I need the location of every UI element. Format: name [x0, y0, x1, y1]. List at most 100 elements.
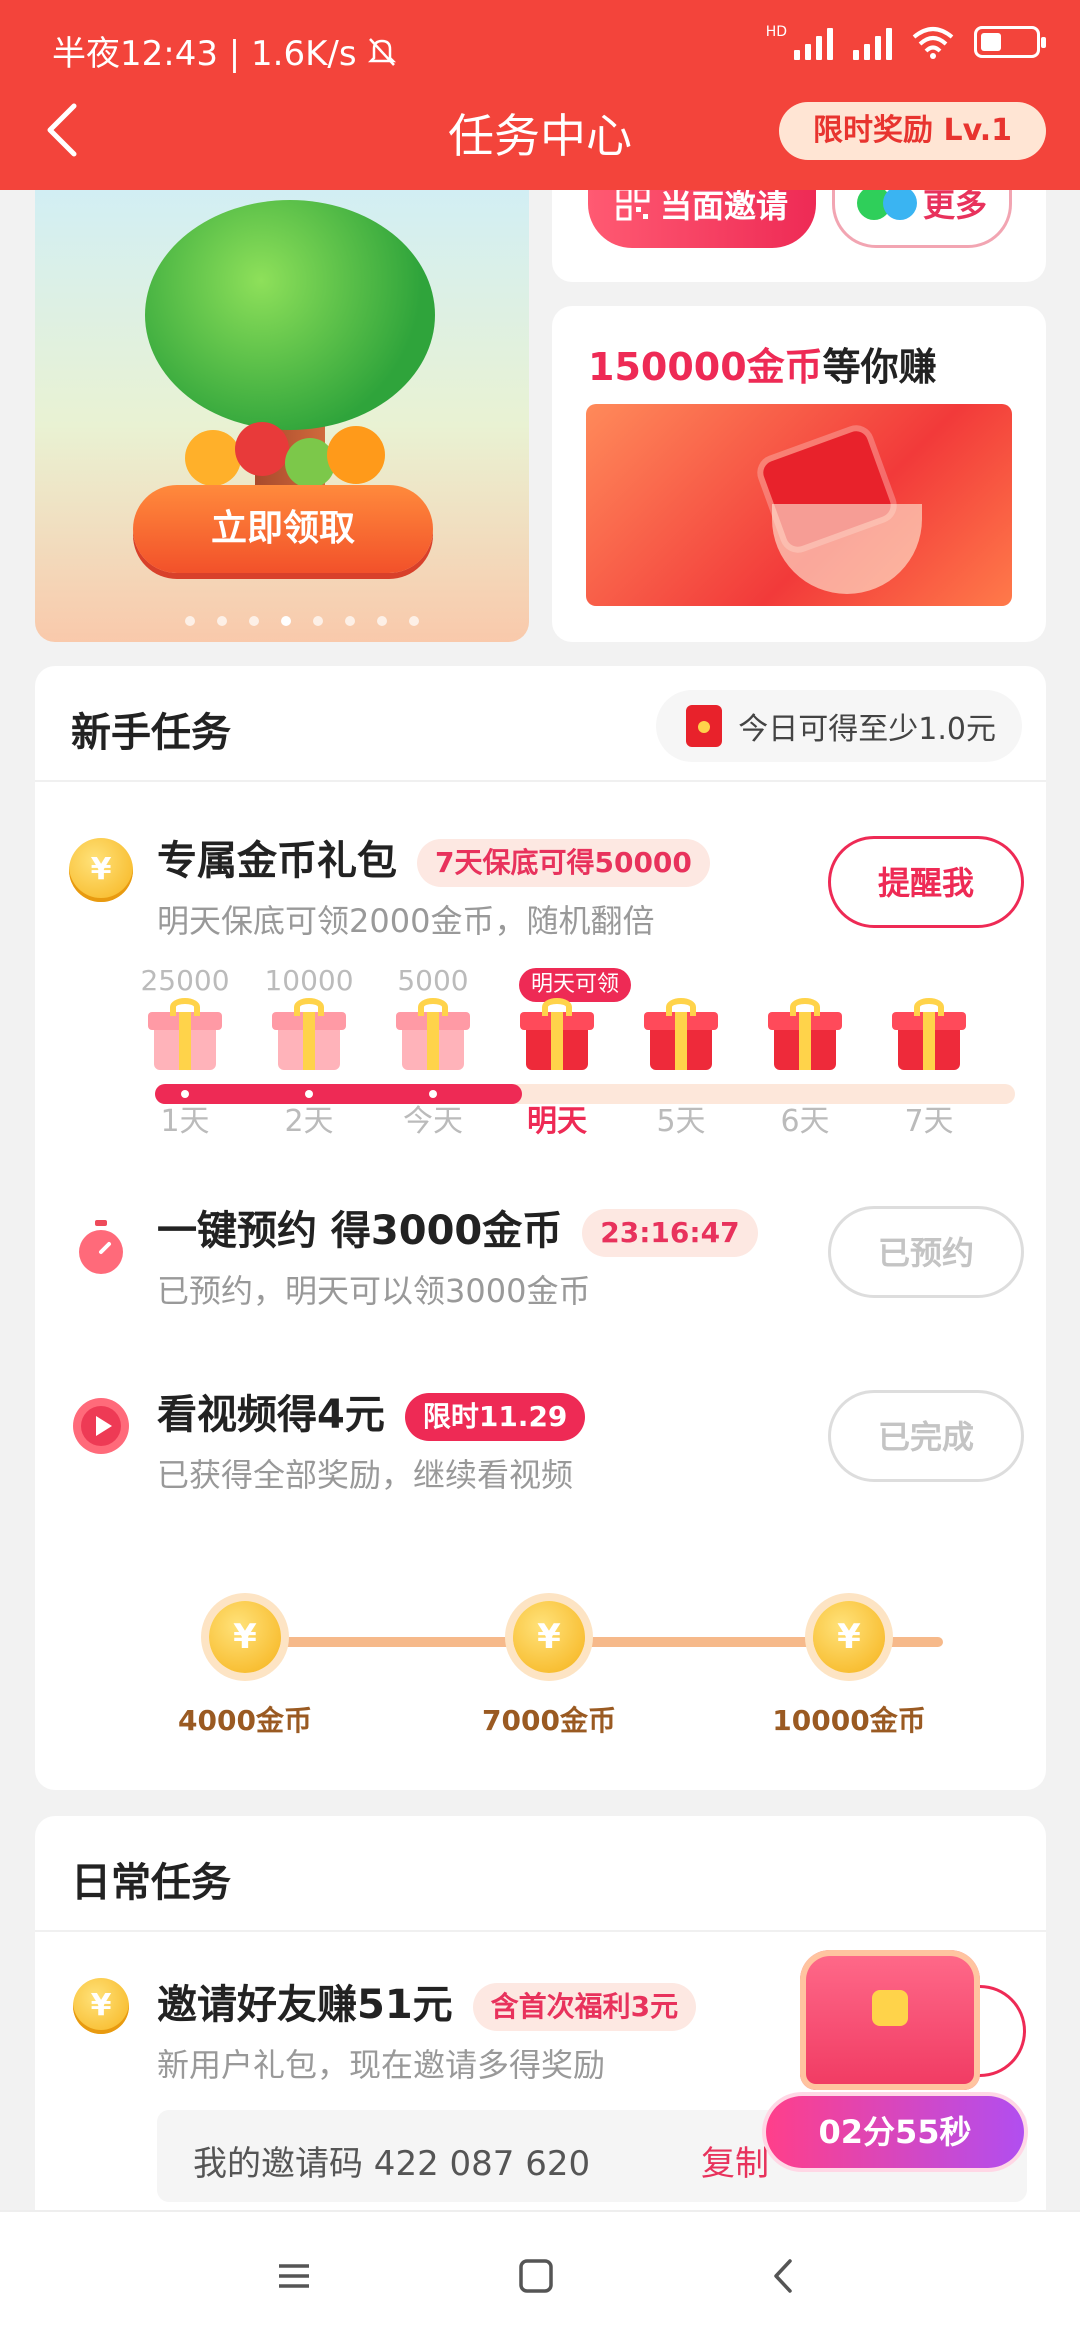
gift-day: 5000 今天 [373, 964, 493, 1140]
chest-lock-icon [872, 1990, 908, 2026]
gift-box-icon [644, 998, 718, 1070]
status-bar-left: 半夜12:43 | 1.6K/s [52, 26, 399, 75]
invite-task-subtitle: 新用户礼包，现在邀请多得奖励 [157, 2046, 606, 2084]
chest-countdown-timer[interactable]: 02分55秒 [766, 2096, 1024, 2168]
gift-day-value: 25000 [140, 964, 230, 997]
milestone-label: 4000金币 [178, 1704, 312, 1737]
gift-box-icon [396, 998, 470, 1070]
remind-me-button[interactable]: 提醒我 [828, 836, 1024, 928]
menu-icon[interactable] [276, 2258, 312, 2294]
coin-icon: ¥ [513, 1601, 585, 1673]
hd-label: HD [765, 24, 787, 40]
signal-icon-2 [853, 24, 892, 60]
reserve-task-title: 一键预约 得3000金币 23:16:47 [157, 1198, 758, 1257]
gift-box-icon [148, 998, 222, 1070]
carousel-dot[interactable] [409, 616, 419, 626]
gift-task-tag: 7天保底可得50000 [417, 839, 710, 887]
gift-day: 明天可领 明天 [497, 964, 632, 1140]
carousel-dot-active[interactable] [281, 616, 291, 626]
gift-day: 6天 [745, 964, 865, 1140]
play-icon [73, 1398, 129, 1454]
today-earnings-label: 今日可得至少1.0元 [738, 712, 996, 747]
signal-icon: HD [766, 24, 833, 60]
treasure-chest-icon[interactable] [800, 1950, 980, 2090]
coin-icon: ¥ [73, 1978, 129, 2034]
daily-tasks-header: 日常任务 [35, 1816, 1046, 1932]
gift-task-title: 专属金币礼包 7天保底可得50000 [157, 828, 710, 887]
glass-bowl-illustration [772, 504, 922, 594]
milestone-label: 10000金币 [772, 1704, 926, 1737]
gift-box-icon [892, 998, 966, 1070]
tree-banner[interactable]: 立即领取 [35, 160, 529, 642]
fruit [185, 430, 241, 486]
gift-day-value: 5000 [397, 964, 469, 997]
carousel-dot[interactable] [185, 616, 195, 626]
gift-box-icon [768, 998, 842, 1070]
coin-icon: ¥ [69, 838, 133, 902]
carousel-dot[interactable] [217, 616, 227, 626]
invite-task-title-text: 邀请好友赚51元 [157, 1982, 453, 2028]
invite-task-tag: 含首次福利3元 [472, 1983, 697, 2031]
newbie-tasks-header: 新手任务 今日可得至少1.0元 [35, 666, 1046, 782]
home-icon[interactable] [518, 2258, 554, 2294]
header: 半夜12:43 | 1.6K/s HD 任务中心 限时奖励 Lv.1 [0, 0, 1080, 190]
reserved-button[interactable]: 已预约 [828, 1206, 1024, 1298]
carousel-dot[interactable] [249, 616, 259, 626]
status-time: 半夜12:43 | 1.6K/s [52, 34, 357, 74]
carousel-dot[interactable] [345, 616, 355, 626]
tree-crown [145, 200, 435, 430]
carousel-dots [185, 616, 419, 626]
coins-promo-title-rest: 等你赚 [822, 345, 937, 389]
gift-day-value [869, 964, 989, 1000]
gift-day: 10000 2天 [249, 964, 369, 1140]
qq-icon [882, 185, 917, 220]
coins-promo-card[interactable]: 150000金币等你赚 [552, 306, 1046, 642]
gift-box-icon [520, 998, 594, 1070]
gift-task-subtitle: 明天保底可领2000金币，随机翻倍 [157, 902, 655, 940]
status-bar-right: HD [766, 24, 1046, 60]
gift-box-icon [272, 998, 346, 1070]
completed-button[interactable]: 已完成 [828, 1390, 1024, 1482]
newbie-tasks-title: 新手任务 [71, 710, 231, 756]
gift-day-label: 明天 [527, 1104, 587, 1139]
daily-tasks-title: 日常任务 [71, 1860, 231, 1906]
invite-code-label: 我的邀请码 422 087 620 [193, 2144, 591, 2184]
newbie-tasks-card: 新手任务 今日可得至少1.0元 ¥ 专属金币礼包 7天保底可得50000 明天保底… [35, 666, 1046, 1790]
coins-promo-title-highlight: 150000金币 [588, 345, 823, 389]
gift-task-title-text: 专属金币礼包 [157, 838, 397, 884]
gift-day-value [745, 964, 865, 1000]
today-earnings-pill[interactable]: 今日可得至少1.0元 [656, 690, 1022, 762]
back-icon[interactable] [766, 2258, 802, 2294]
mute-bell-icon [367, 37, 396, 66]
milestone: ¥ 7000金币 [449, 1601, 649, 1739]
battery-icon [974, 26, 1046, 58]
carousel-dot[interactable] [377, 616, 387, 626]
coins-promo-title: 150000金币等你赚 [588, 336, 937, 391]
invite-task-title: 邀请好友赚51元 含首次福利3元 [157, 1972, 697, 2031]
gift-day-label: 2天 [284, 1104, 334, 1139]
coins-promo-image[interactable] [586, 404, 1012, 606]
red-packet-icon [686, 705, 723, 747]
qr-code-icon [616, 187, 650, 221]
gift-day-value [621, 964, 741, 1000]
system-navigation-bar [0, 2210, 1080, 2340]
gift-day: 25000 1天 [125, 964, 245, 1140]
fruit [327, 426, 385, 484]
gift-day-label: 今天 [403, 1104, 463, 1139]
floating-treasure-chest[interactable]: 02分55秒 [760, 1920, 1060, 2180]
reserve-task-title-text: 一键预约 得3000金币 [157, 1208, 563, 1254]
stopwatch-icon [69, 1214, 133, 1278]
gift-day-value: 10000 [264, 964, 354, 997]
copy-code-button[interactable]: 复制 [701, 2136, 769, 2185]
milestone: ¥ 4000金币 [145, 1601, 345, 1739]
limited-reward-button[interactable]: 限时奖励 Lv.1 [779, 102, 1046, 160]
video-limited-tag: 限时11.29 [404, 1393, 586, 1441]
video-reward-milestones: ¥ 4000金币 ¥ 7000金币 ¥ 10000金币 [175, 1601, 975, 1737]
fruit [235, 422, 289, 476]
coin-icon: ¥ [813, 1601, 885, 1673]
gift-day: 5天 [621, 964, 741, 1140]
carousel-dot[interactable] [313, 616, 323, 626]
reserve-task-subtitle: 已预约，明天可以领3000金币 [157, 1272, 591, 1310]
video-task-title-text: 看视频得4元 [157, 1392, 385, 1438]
claim-now-button[interactable]: 立即领取 [133, 485, 433, 573]
